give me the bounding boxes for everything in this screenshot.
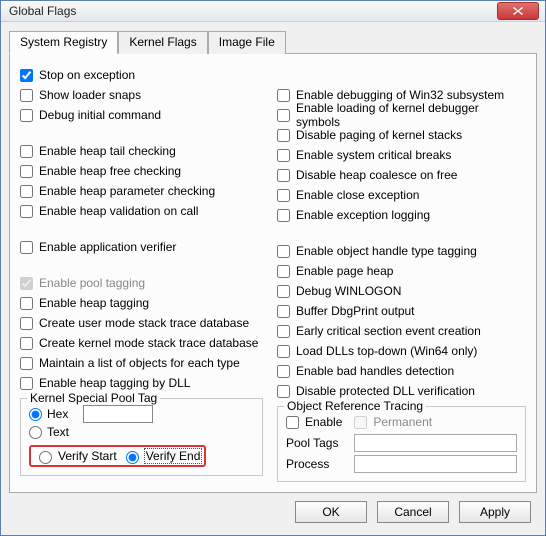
chk-ort-enable[interactable]: Enable xyxy=(286,413,342,431)
chk-early-critical[interactable]: Early critical section event creation xyxy=(277,322,526,340)
lbl-heap-param: Enable heap parameter checking xyxy=(39,184,215,198)
chk-kernel-stack[interactable]: Create kernel mode stack trace database xyxy=(20,334,263,352)
group-kernel-special-pool-tag: Kernel Special Pool Tag Hex Text Verify … xyxy=(20,398,263,476)
radio-verify-end[interactable]: Verify End xyxy=(121,448,202,464)
radio-verify-start[interactable]: Verify Start xyxy=(34,448,117,464)
left-column: Stop on exception Show loader snaps Debu… xyxy=(20,66,263,482)
titlebar: Global Flags xyxy=(1,1,545,22)
tab-panel: Stop on exception Show loader snaps Debu… xyxy=(9,53,537,493)
lbl-kernel-stack: Create kernel mode stack trace database xyxy=(39,336,258,350)
chk-bad-handles[interactable]: Enable bad handles detection xyxy=(277,362,526,380)
chk-page-heap[interactable]: Enable page heap xyxy=(277,262,526,280)
lbl-heap-tail: Enable heap tail checking xyxy=(39,144,176,158)
chk-close-exc[interactable]: Enable close exception xyxy=(277,186,526,204)
chk-heap-param[interactable]: Enable heap parameter checking xyxy=(20,182,263,200)
dialog-body: System Registry Kernel Flags Image File … xyxy=(1,22,545,535)
lbl-bad-handles: Enable bad handles detection xyxy=(296,364,454,378)
highlight-verify: Verify Start Verify End xyxy=(29,445,206,467)
lbl-close-exc: Enable close exception xyxy=(296,188,419,202)
chk-debug-initial[interactable]: Debug initial command xyxy=(20,106,263,124)
chk-disable-dll-verif[interactable]: Disable protected DLL verification xyxy=(277,382,526,400)
right-column: Enable debugging of Win32 subsystem Enab… xyxy=(277,66,526,482)
chk-stop-exception[interactable]: Stop on exception xyxy=(20,66,263,84)
legend-kspt: Kernel Special Pool Tag xyxy=(27,391,160,405)
radio-text[interactable]: Text xyxy=(29,423,69,441)
chk-disable-coalesce[interactable]: Disable heap coalesce on free xyxy=(277,166,526,184)
lbl-hex: Hex xyxy=(47,407,68,421)
input-pool-tag[interactable] xyxy=(83,405,153,423)
chk-disable-paging[interactable]: Disable paging of kernel stacks xyxy=(277,126,526,144)
chk-load-dlls[interactable]: Load DLLs top-down (Win64 only) xyxy=(277,342,526,360)
button-row: OK Cancel Apply xyxy=(9,493,537,527)
cancel-button[interactable]: Cancel xyxy=(377,501,449,523)
lbl-exc-logging: Enable exception logging xyxy=(296,208,430,222)
chk-user-stack[interactable]: Create user mode stack trace database xyxy=(20,314,263,332)
lbl-load-dlls: Load DLLs top-down (Win64 only) xyxy=(296,344,477,358)
lbl-app-verifier: Enable application verifier xyxy=(39,240,176,254)
window: Global Flags System Registry Kernel Flag… xyxy=(0,0,546,536)
chk-ort-permanent: Permanent xyxy=(354,413,432,431)
lbl-stop-exception: Stop on exception xyxy=(39,68,135,82)
apply-button[interactable]: Apply xyxy=(459,501,531,523)
chk-heap-valid[interactable]: Enable heap validation on call xyxy=(20,202,263,220)
lbl-process: Process xyxy=(286,457,348,471)
group-object-reference-tracing: Object Reference Tracing Enable Permanen… xyxy=(277,406,526,482)
lbl-text: Text xyxy=(47,425,69,439)
lbl-show-loader: Show loader snaps xyxy=(39,88,141,102)
lbl-sys-critical: Enable system critical breaks xyxy=(296,148,451,162)
radio-hex[interactable]: Hex xyxy=(29,405,69,423)
chk-obj-handle[interactable]: Enable object handle type tagging xyxy=(277,242,526,260)
lbl-verify-end: Verify End xyxy=(145,449,202,463)
lbl-disable-coalesce: Disable heap coalesce on free xyxy=(296,168,457,182)
chk-pool-tagging: Enable pool tagging xyxy=(20,274,263,292)
input-pool-tags[interactable] xyxy=(354,434,517,452)
chk-heap-tagging[interactable]: Enable heap tagging xyxy=(20,294,263,312)
lbl-heap-valid: Enable heap validation on call xyxy=(39,204,198,218)
lbl-buffer-dbg: Buffer DbgPrint output xyxy=(296,304,415,318)
lbl-early-critical: Early critical section event creation xyxy=(296,324,481,338)
input-process[interactable] xyxy=(354,455,517,473)
chk-kernel-symbols[interactable]: Enable loading of kernel debugger symbol… xyxy=(277,106,526,124)
tab-system-registry[interactable]: System Registry xyxy=(9,31,118,54)
lbl-maintain-list: Maintain a list of objects for each type xyxy=(39,356,240,370)
lbl-disable-dll-verif: Disable protected DLL verification xyxy=(296,384,475,398)
close-icon xyxy=(513,7,523,15)
lbl-ort-enable: Enable xyxy=(305,415,342,429)
lbl-page-heap: Enable page heap xyxy=(296,264,393,278)
chk-heap-free[interactable]: Enable heap free checking xyxy=(20,162,263,180)
close-button[interactable] xyxy=(497,2,539,20)
lbl-verify-start: Verify Start xyxy=(58,449,117,463)
tab-kernel-flags[interactable]: Kernel Flags xyxy=(118,31,207,54)
chk-maintain-list[interactable]: Maintain a list of objects for each type xyxy=(20,354,263,372)
tabstrip: System Registry Kernel Flags Image File xyxy=(9,30,537,53)
lbl-debug-winlogon: Debug WINLOGON xyxy=(296,284,401,298)
lbl-heap-tag-dll: Enable heap tagging by DLL xyxy=(39,376,190,390)
lbl-heap-free: Enable heap free checking xyxy=(39,164,181,178)
lbl-user-stack: Create user mode stack trace database xyxy=(39,316,249,330)
legend-ort: Object Reference Tracing xyxy=(284,399,426,413)
lbl-kernel-symbols: Enable loading of kernel debugger symbol… xyxy=(296,101,526,129)
chk-buffer-dbg[interactable]: Buffer DbgPrint output xyxy=(277,302,526,320)
chk-heap-tail[interactable]: Enable heap tail checking xyxy=(20,142,263,160)
lbl-pool-tagging: Enable pool tagging xyxy=(39,276,145,290)
chk-show-loader[interactable]: Show loader snaps xyxy=(20,86,263,104)
lbl-debug-initial: Debug initial command xyxy=(39,108,161,122)
chk-sys-critical[interactable]: Enable system critical breaks xyxy=(277,146,526,164)
lbl-win32-debug: Enable debugging of Win32 subsystem xyxy=(296,88,504,102)
lbl-pool-tags: Pool Tags xyxy=(286,436,348,450)
lbl-obj-handle: Enable object handle type tagging xyxy=(296,244,477,258)
tab-image-file[interactable]: Image File xyxy=(208,31,286,54)
lbl-ort-permanent: Permanent xyxy=(373,415,432,429)
lbl-disable-paging: Disable paging of kernel stacks xyxy=(296,128,462,142)
chk-exc-logging[interactable]: Enable exception logging xyxy=(277,206,526,224)
chk-app-verifier[interactable]: Enable application verifier xyxy=(20,238,263,256)
lbl-heap-tagging: Enable heap tagging xyxy=(39,296,149,310)
ok-button[interactable]: OK xyxy=(295,501,367,523)
window-title: Global Flags xyxy=(9,4,497,18)
chk-heap-tag-dll[interactable]: Enable heap tagging by DLL xyxy=(20,374,263,392)
chk-debug-winlogon[interactable]: Debug WINLOGON xyxy=(277,282,526,300)
